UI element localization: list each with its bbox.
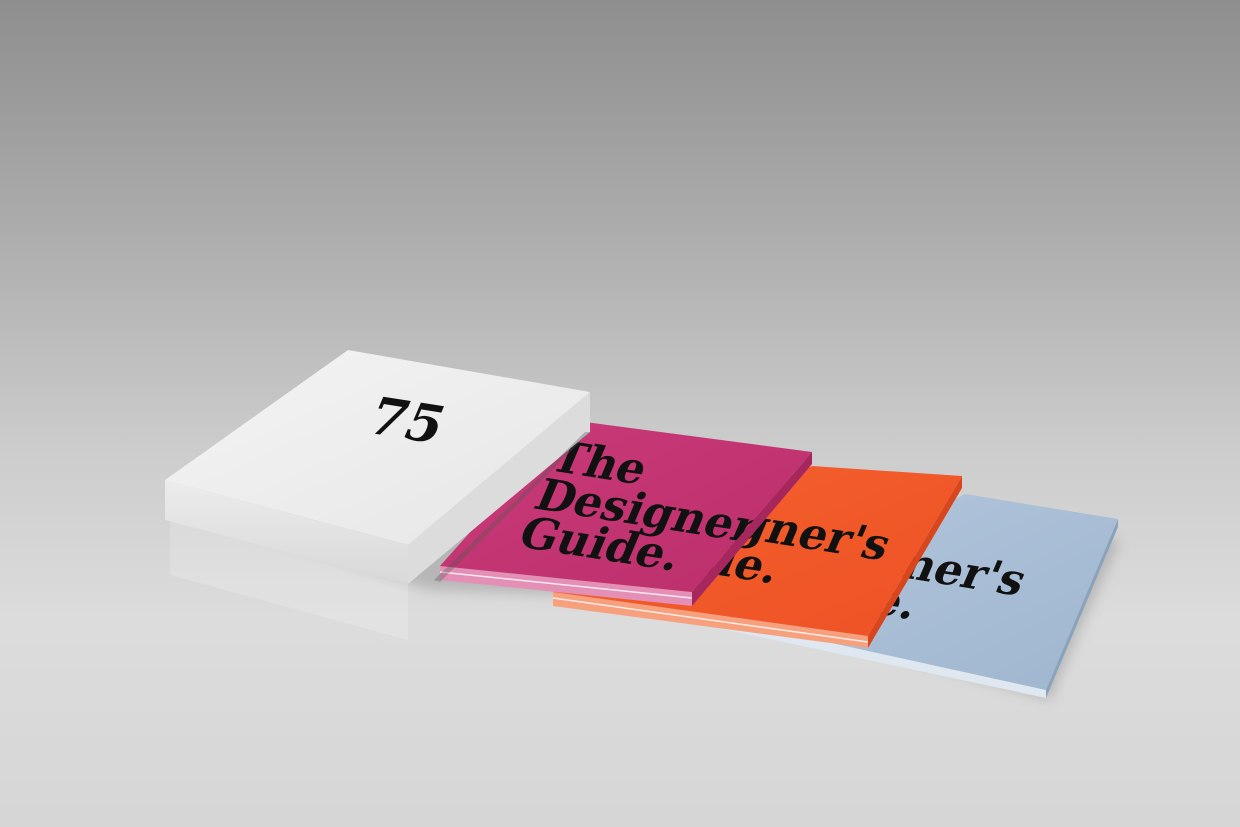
slipcase: 75 — [165, 350, 590, 640]
product-photo-scene: gner's ie. igner's de. The Designer's — [165, 350, 1120, 700]
